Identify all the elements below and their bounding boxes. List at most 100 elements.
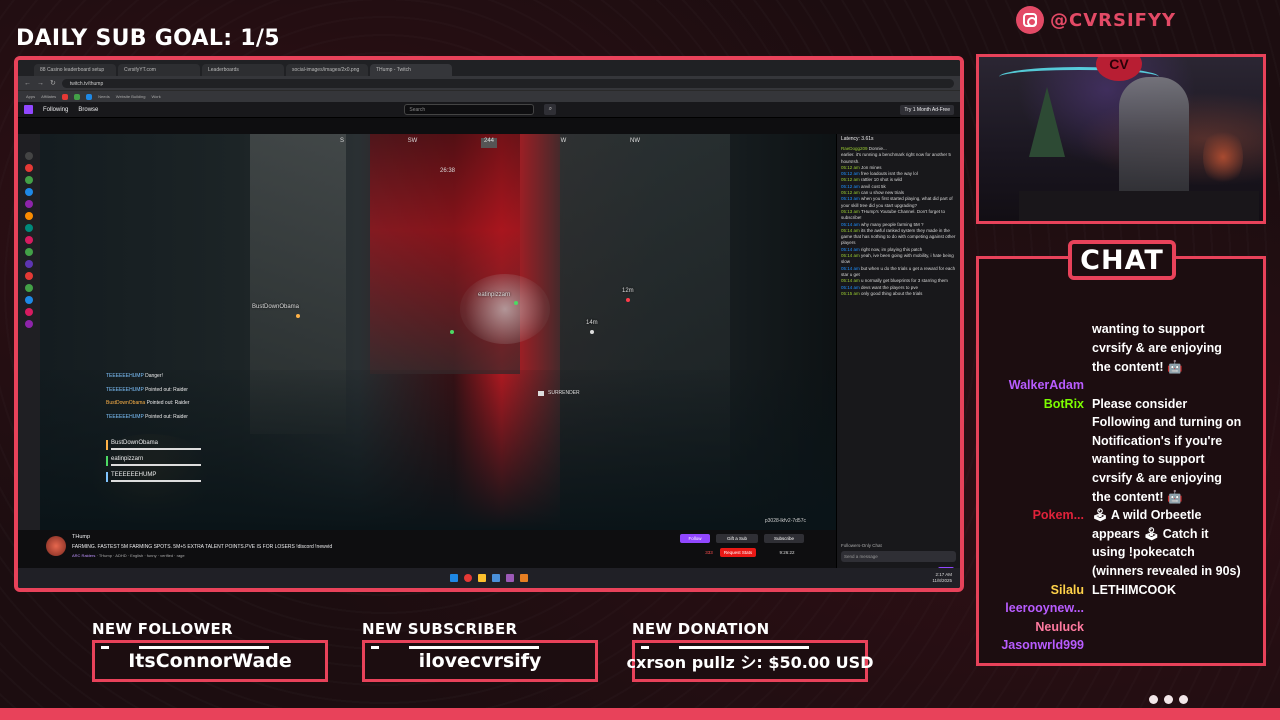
channel-avatar[interactable] [25, 260, 33, 268]
twitch-chat-lines: RaeDogg209 Donnie... earlier. it's runni… [837, 143, 960, 300]
nav-browse[interactable]: Browse [78, 107, 98, 113]
gift-sub-button[interactable]: Gift a Sub [716, 534, 758, 543]
follower-alert: NEW FOLLOWER ItsConnorWade [92, 620, 328, 682]
teammate-marker [514, 301, 518, 305]
channel-avatar[interactable] [25, 248, 33, 256]
handle-text: @CVRSIFYY [1050, 9, 1177, 31]
bookmark-icon[interactable] [62, 93, 69, 100]
chat-text [1092, 376, 1263, 395]
channel-avatar[interactable] [25, 200, 33, 208]
bookmark[interactable]: Website Building [116, 94, 146, 99]
teammate-tag: BustDownObama [252, 304, 300, 310]
viewer-count: 333 [705, 550, 713, 555]
browser-tab[interactable]: CvrsifyYT.com [118, 64, 200, 76]
channel-avatar[interactable] [25, 308, 33, 316]
back-icon[interactable]: ← [24, 80, 31, 87]
uptime: 9:26:22 [779, 550, 795, 555]
chat-username: WalkerAdam [1008, 378, 1084, 393]
search-icon[interactable]: ⌕ [544, 104, 557, 115]
channel-avatar[interactable] [25, 188, 33, 196]
chrome-icon[interactable] [464, 574, 472, 582]
channel-avatar[interactable] [25, 284, 33, 292]
channel-avatar[interactable] [25, 224, 33, 232]
browser-tab[interactable]: 88 Casino leaderboard setup [34, 64, 116, 76]
reload-icon[interactable]: ↻ [50, 79, 56, 87]
twitch-logo-icon[interactable] [24, 105, 33, 114]
chat-username [979, 320, 1092, 376]
forward-icon[interactable]: → [37, 80, 44, 87]
chat-text: 🕹 A wild Orbeetle appears 🕹 Catch it usi… [1092, 508, 1241, 579]
bookmark[interactable]: Apps [26, 94, 35, 99]
chat-text: wanting to support cvrsify & are enjoyin… [1092, 322, 1222, 374]
chat-username: leerooynew... [1005, 601, 1084, 616]
chat-message: Neuluck [979, 618, 1263, 637]
chat-username: BotRix [1043, 396, 1084, 411]
ping-marker [590, 330, 594, 334]
game-compass: S SW 244 W NW [340, 138, 640, 148]
turbo-button[interactable]: Try 1 Month Ad-Free [900, 104, 954, 115]
start-icon[interactable] [450, 574, 458, 582]
stream-category[interactable]: ARC Raiders [72, 553, 95, 558]
chat-message: BotRix Please consider Following and turn… [979, 395, 1263, 507]
alert-label: NEW SUBSCRIBER [362, 620, 518, 638]
chat-text [1092, 599, 1263, 618]
alert-box: ItsConnorWade [92, 640, 328, 682]
app-icon[interactable] [492, 574, 500, 582]
channel-avatar[interactable] [25, 296, 33, 304]
twitch-search-input[interactable]: Search [404, 104, 535, 115]
desk [1019, 191, 1259, 221]
channel-avatar[interactable] [25, 236, 33, 244]
screen-capture: 88 Casino leaderboard setup CvrsifyYT.co… [14, 56, 964, 592]
browser-tab-active[interactable]: THump - Twitch [370, 64, 452, 76]
channel-avatar[interactable] [25, 164, 33, 172]
channel-avatar[interactable] [25, 272, 33, 280]
bookmark[interactable]: Needs [98, 94, 110, 99]
app-icon[interactable] [506, 574, 514, 582]
feed-line: TEEEEEEHUMP Danger! [106, 373, 163, 379]
surrender-prompt: SURRENDER [538, 390, 580, 396]
nav-following[interactable]: Following [43, 107, 68, 113]
chat-message: Silalu LETHIMCOOK [979, 581, 1263, 600]
bookmarks-bar: Apps Affiliates Needs Website Building W… [18, 90, 960, 102]
squad-member: TEEEEEEHUMP [106, 472, 206, 482]
url-input[interactable]: twitch.tv/thump [61, 78, 954, 88]
channel-avatar[interactable] [25, 212, 33, 220]
chat-overlay: wanting to support cvrsify & are enjoyin… [976, 256, 1266, 666]
request-stats-button[interactable]: Request Stats [720, 548, 756, 557]
bottom-accent-bar [0, 708, 1280, 720]
alert-box: cxrson pullz シ: $50.00 USD [627, 640, 873, 682]
followers-only-notice: Followers-Only Chat [841, 543, 882, 548]
feed-line: BustDownObama Pointed out: Raider [106, 400, 190, 406]
bookmark-icon[interactable] [86, 93, 93, 100]
twitch-chat-line: 05:14 am but when u do the trials u get … [841, 265, 956, 277]
folder-icon[interactable] [478, 574, 486, 582]
channel-avatar[interactable] [25, 320, 33, 328]
video-player[interactable]: S SW 244 W NW 26:38 BustDownObama eatinp… [40, 134, 836, 530]
ping-marker [626, 298, 630, 302]
alert-value: ItsConnorWade [128, 650, 292, 672]
browser-tab[interactable]: Leaderboards [202, 64, 284, 76]
subscribe-button[interactable]: Subscribe [764, 534, 804, 543]
bookmark[interactable]: Affiliates [41, 94, 56, 99]
chat-input[interactable]: Send a message [841, 551, 956, 562]
decor-dots [1149, 695, 1188, 704]
compass-mark: SW [407, 138, 418, 144]
squad-list: BustDownObama eatinpizzarn TEEEEEEHUMP [106, 440, 206, 482]
twitch-topbar: Following Browse Search ⌕ Try 1 Month Ad… [18, 102, 960, 118]
browser-tab[interactable]: social-images/images/2x0.png [286, 64, 368, 76]
channel-avatar[interactable] [25, 152, 33, 160]
alert-value: ilovecvrsify [418, 650, 542, 672]
channel-name[interactable]: THump [72, 534, 90, 540]
twitch-chat-line: 05:13 am THump's Youtube Channel. Don't … [841, 208, 945, 221]
follow-button[interactable]: Follow [680, 534, 710, 543]
windows-taskbar: 2:17 AM 11/8/2025 [18, 568, 960, 588]
alert-box: ilovecvrsify [362, 640, 598, 682]
channel-avatar[interactable] [46, 536, 66, 556]
bookmark[interactable]: Work [151, 94, 160, 99]
bookmark-icon[interactable] [74, 93, 81, 100]
chat-message: leerooynew... [979, 599, 1263, 618]
taskbar-clock: 2:17 AM 11/8/2025 [932, 572, 952, 583]
app-icon[interactable] [520, 574, 528, 582]
alert-label: NEW DONATION [632, 620, 770, 638]
channel-avatar[interactable] [25, 176, 33, 184]
